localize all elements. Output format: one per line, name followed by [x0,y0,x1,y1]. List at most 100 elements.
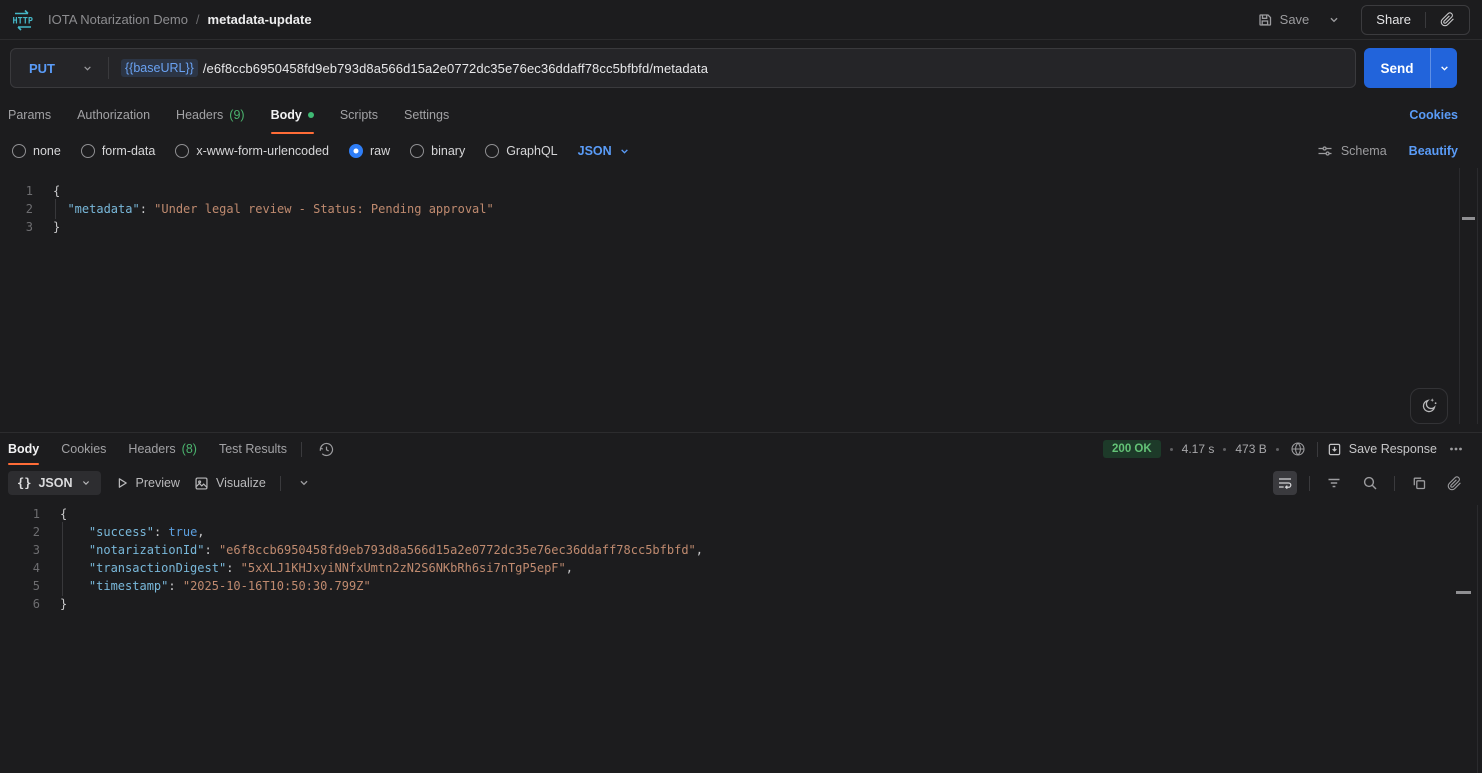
code-line[interactable]: 6} [0,595,1482,613]
editor-scrollbar[interactable] [1477,505,1478,773]
body-type-none[interactable]: none [12,144,61,158]
wrap-text-icon [1277,475,1293,491]
visualize-button[interactable]: Visualize [194,476,266,491]
chevron-down-icon [81,62,94,75]
copy-icon [1411,475,1427,491]
app-window: HTTP IOTA Notarization Demo / metadata-u… [0,0,1482,773]
schema-button[interactable]: Schema [1317,143,1387,159]
tab-body[interactable]: Body [8,433,39,465]
editor-scrollbar[interactable] [1459,168,1478,424]
base-url-variable[interactable]: {{baseURL}} [121,59,198,77]
response-size[interactable]: 473 B [1235,442,1266,456]
radio-icon [410,144,424,158]
tab-params[interactable]: Params [8,96,51,134]
method-selector[interactable]: PUT [11,49,108,87]
line-number: 2 [0,200,33,218]
save-icon [1257,12,1273,28]
beautify-button[interactable]: Beautify [1409,144,1458,158]
response-more-button[interactable] [1446,439,1466,459]
copy-link-button[interactable] [1426,6,1469,34]
save-options-chevron[interactable] [1323,8,1345,32]
code-line[interactable]: 2 "success": true, [0,523,1482,541]
save-response-button[interactable]: Save Response [1327,442,1437,457]
save-label: Save [1280,12,1310,27]
breadcrumb-collection[interactable]: IOTA Notarization Demo [48,12,188,27]
status-badge[interactable]: 200 OK [1103,440,1161,458]
code-line[interactable]: 2 "metadata": "Under legal review - Stat… [0,200,1482,218]
request-body-editor[interactable]: 1{2 "metadata": "Under legal review - St… [0,168,1482,432]
body-type-row: none form-data x-www-form-urlencoded raw bin… [0,134,1482,168]
chevron-down-icon [1327,13,1341,27]
tab-label: Scripts [340,108,378,122]
response-format-selector[interactable]: {} JSON [8,471,101,495]
url-input[interactable]: {{baseURL}} /e6f8ccb6950458fd9eb793d8a56… [109,59,1355,77]
share-button[interactable]: Share [1362,6,1425,34]
code-line[interactable]: 4 "transactionDigest": "5xXLJ1KHJxyiNNfx… [0,559,1482,577]
divider [1394,476,1395,491]
tab-body[interactable]: Body [271,96,314,134]
url-box: PUT {{baseURL}} /e6f8ccb6950458fd9eb793d… [10,48,1356,88]
code-line[interactable]: 3 "notarizationId": "e6f8ccb6950458fd9eb… [0,541,1482,559]
wrap-text-button[interactable] [1273,471,1297,495]
tab-count-badge: (8) [182,442,197,456]
body-format-selector[interactable]: JSON [578,144,631,158]
filter-button[interactable] [1322,471,1346,495]
tab-label: Test Results [219,442,287,456]
line-content: "metadata": "Under legal review - Status… [53,200,494,218]
tab-headers[interactable]: Headers(8) [128,433,197,465]
globe-icon [1290,441,1306,457]
tab-headers[interactable]: Headers(9) [176,96,245,134]
line-content: "success": true, [60,523,205,541]
dot-separator [1276,448,1279,451]
tab-cookies[interactable]: Cookies [61,433,106,465]
response-header: Body Cookies Headers(8) Test Results 200 OK… [0,433,1482,465]
code-line[interactable]: 5 "timestamp": "2025-10-16T10:50:30.799Z… [0,577,1482,595]
send-button[interactable]: Send [1364,48,1430,88]
tab-test-results[interactable]: Test Results [219,433,287,465]
cookies-link[interactable]: Cookies [1409,108,1458,122]
network-info-button[interactable] [1288,439,1308,459]
share-label: Share [1376,12,1411,27]
visualize-label: Visualize [216,476,266,490]
search-response-button[interactable] [1358,471,1382,495]
response-view-options-chevron[interactable] [295,474,313,492]
save-button[interactable]: Save [1253,7,1314,33]
tab-scripts[interactable]: Scripts [340,96,378,134]
divider [301,442,302,457]
save-response-label: Save Response [1349,442,1437,456]
code-line[interactable]: 3} [0,218,1482,236]
url-path: /e6f8ccb6950458fd9eb793d8a566d15a2e0772d… [203,61,708,76]
body-type-raw[interactable]: raw [349,144,390,158]
tab-settings[interactable]: Settings [404,96,449,134]
link-response-button[interactable] [1443,472,1466,495]
body-type-binary[interactable]: binary [410,144,465,158]
response-format-label: JSON [38,476,72,490]
code-line[interactable]: 1{ [0,505,1482,523]
request-history-button[interactable] [316,439,337,460]
line-number: 1 [0,182,33,200]
scrollbar-thumb[interactable] [1456,591,1471,594]
send-options-chevron[interactable] [1430,48,1457,88]
code-line[interactable]: 1{ [0,182,1482,200]
radio-label: x-www-form-urlencoded [196,144,329,158]
response-toolbar-right [1273,471,1466,495]
copy-response-button[interactable] [1407,471,1431,495]
body-type-x-www-form-urlencoded[interactable]: x-www-form-urlencoded [175,144,329,158]
more-horizontal-icon [1448,441,1464,457]
body-type-form-data[interactable]: form-data [81,144,156,158]
postbot-button[interactable] [1410,388,1448,424]
chevron-down-icon [297,476,311,490]
radio-label: raw [370,144,390,158]
send-split-button: Send [1364,48,1457,88]
scrollbar-thumb[interactable] [1462,217,1475,220]
body-type-graphql[interactable]: GraphQL [485,144,557,158]
response-tabs: Body Cookies Headers(8) Test Results [8,433,287,465]
response-time[interactable]: 4.17 s [1182,442,1215,456]
radio-icon [485,144,499,158]
tab-count-badge: (9) [229,108,244,122]
tab-authorization[interactable]: Authorization [77,96,150,134]
response-body-viewer[interactable]: 1{2 "success": true,3 "notarizationId": … [0,501,1482,773]
radio-label: GraphQL [506,144,557,158]
preview-button[interactable]: Preview [115,476,180,490]
request-tabs: Params Authorization Headers(9) Body Scripts… [8,96,449,134]
